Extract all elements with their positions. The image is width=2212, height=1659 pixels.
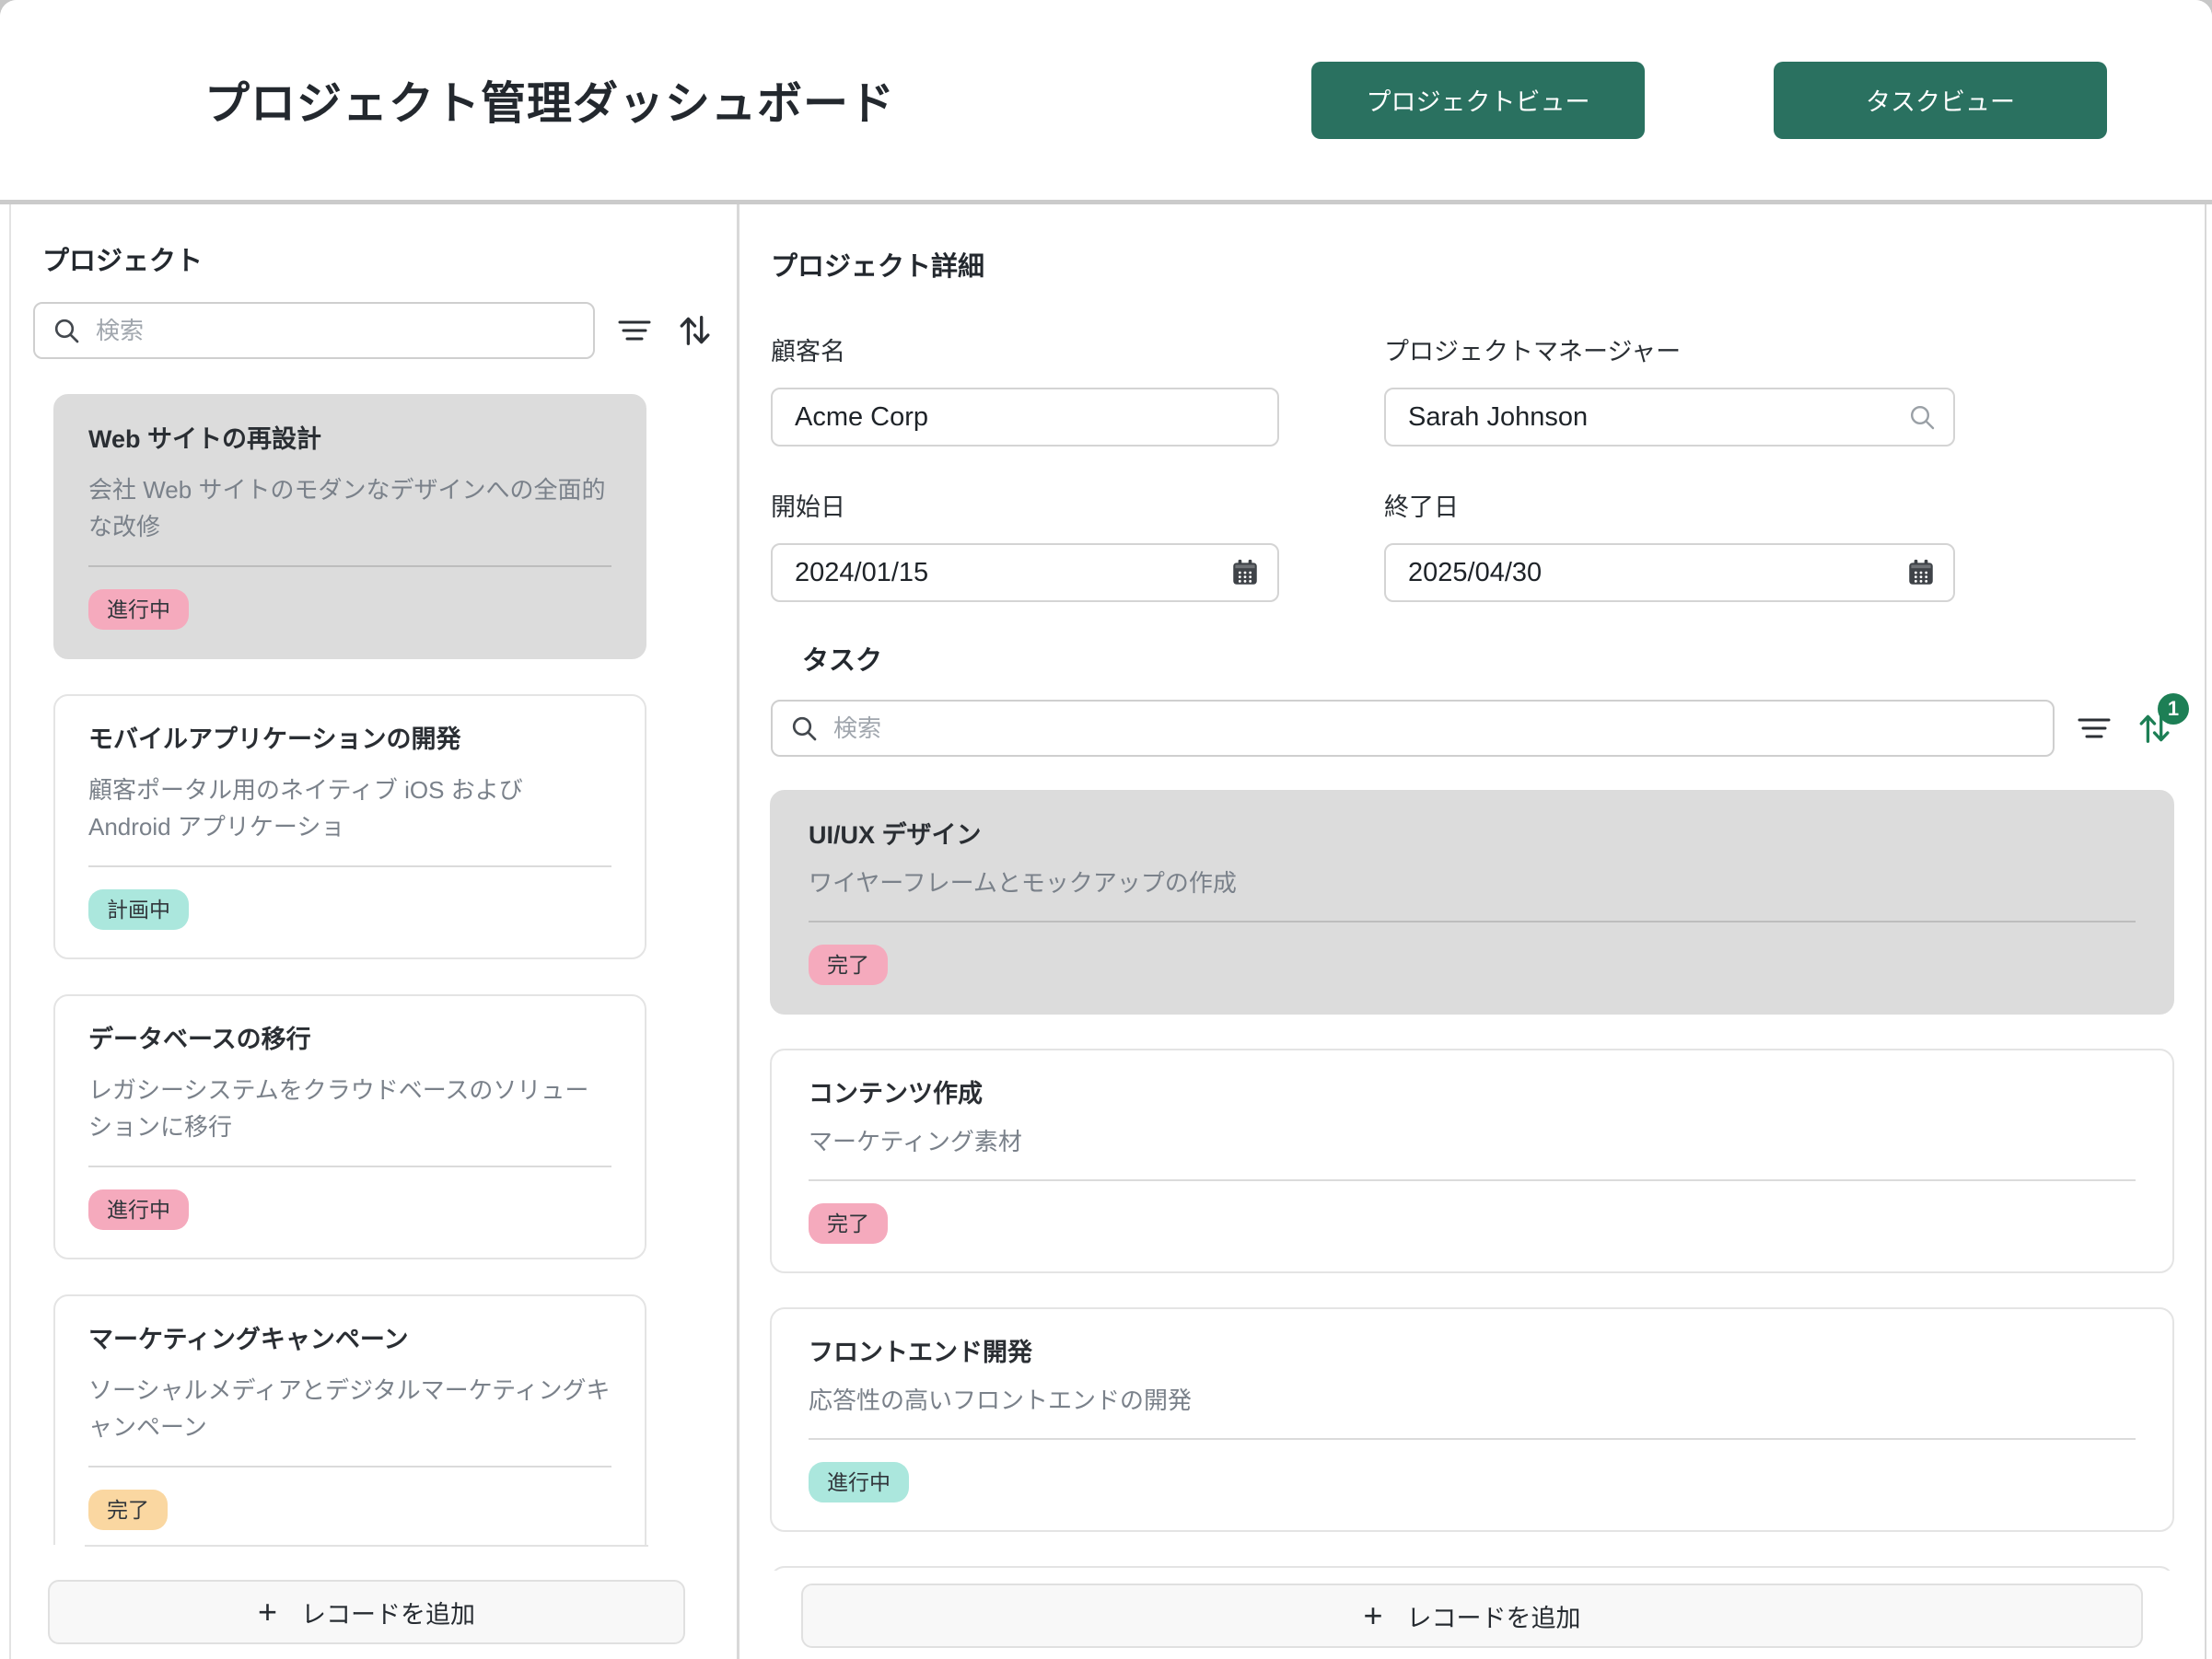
plus-icon: + [1363, 1599, 1382, 1632]
record-card-title: UI/UX デザイン [809, 819, 2136, 851]
footer-divider [85, 1545, 648, 1547]
record-card-title: Web サイトの再設計 [88, 423, 611, 455]
app-window: プロジェクト管理ダッシュボード プロジェクトビュー タスクビュー プロジェクト [0, 0, 2212, 1659]
plus-icon: + [258, 1595, 277, 1629]
end-date-input[interactable] [1384, 543, 1955, 602]
project-list-footer: + レコードを追加 [33, 1545, 715, 1652]
add-task-record-button[interactable]: + レコードを追加 [801, 1584, 2143, 1648]
status-badge: 進行中 [88, 1189, 189, 1230]
record-card-description: ワイヤーフレームとモックアップの作成 [809, 865, 2136, 900]
record-card-description: 顧客ポータル用のネイティブ iOS および Android アプリケーショ [88, 771, 611, 845]
end-date-field: 終了日 [1384, 487, 1955, 602]
task-list-footer: + レコードを追加 [739, 1571, 2205, 1659]
record-card-title: モバイルアプリケーションの開発 [88, 724, 611, 755]
project-sort-button[interactable] [674, 310, 715, 351]
card-divider [809, 921, 2136, 922]
search-icon [52, 316, 81, 345]
status-badge: 完了 [88, 1490, 168, 1530]
project-card[interactable]: マーケティングキャンペーン ソーシャルメディアとデジタルマーケティングキャンペー… [53, 1294, 646, 1545]
record-card-description: 会社 Web サイトのモダンなデザインへの全面的な改修 [88, 471, 611, 545]
task-card[interactable]: コンテンツ作成 マーケティング素材 完了 [770, 1049, 2174, 1273]
page-title: プロジェクト管理ダッシュボード [204, 67, 895, 133]
add-project-record-button[interactable]: + レコードを追加 [48, 1580, 685, 1644]
task-search-input[interactable] [832, 713, 2036, 744]
add-record-label: レコードを追加 [301, 1595, 475, 1630]
search-icon [789, 713, 819, 743]
manager-label: プロジェクトマネージャー [1384, 331, 1955, 367]
filter-icon [2075, 712, 2113, 745]
start-date-field: 開始日 [771, 487, 1279, 602]
record-card-description: レガシーシステムをクラウドベースのソリューションに移行 [88, 1072, 611, 1145]
status-badge: 完了 [809, 1203, 888, 1244]
customer-input[interactable] [771, 388, 1279, 447]
record-card-description: ソーシャルメディアとデジタルマーケティングキャンペーン [88, 1372, 611, 1445]
status-badge: 完了 [809, 945, 888, 985]
manager-field: プロジェクトマネージャー [1384, 331, 1955, 447]
project-search-input[interactable] [94, 316, 576, 346]
status-badge: 計画中 [88, 889, 189, 930]
record-card-title: データベースの移行 [88, 1024, 611, 1055]
record-card-title: コンテンツ作成 [809, 1078, 2136, 1109]
project-search-row [33, 302, 715, 359]
record-card-description: 応答性の高いフロントエンドの開発 [809, 1383, 2136, 1418]
end-date-label: 終了日 [1384, 487, 1955, 523]
record-card-title: マーケティングキャンペーン [88, 1324, 611, 1355]
detail-panel-title: プロジェクト詳細 [739, 245, 2205, 284]
record-card-description: マーケティング素材 [809, 1124, 2136, 1159]
card-divider [88, 1166, 611, 1167]
task-filter-button[interactable] [2075, 712, 2113, 745]
card-divider [88, 1466, 611, 1468]
filter-icon [615, 314, 654, 347]
task-search-box [771, 700, 2055, 757]
project-detail-panel: プロジェクト詳細 顧客名 プロジェクトマネージャー [739, 204, 2206, 1659]
project-card[interactable]: データベースの移行 レガシーシステムをクラウドベースのソリューションに移行 進行… [53, 994, 646, 1259]
detail-form: 顧客名 プロジェクトマネージャー 開始日 [771, 331, 2173, 602]
card-divider [88, 865, 611, 867]
customer-label: 顧客名 [771, 331, 1279, 367]
start-date-input[interactable] [771, 543, 1279, 602]
sort-count-badge: 1 [2158, 693, 2189, 725]
view-switcher: プロジェクトビュー タスクビュー [1311, 62, 2107, 139]
calendar-icon[interactable] [1229, 557, 1261, 588]
project-card[interactable]: モバイルアプリケーションの開発 顧客ポータル用のネイティブ iOS および An… [53, 694, 646, 959]
start-date-label: 開始日 [771, 487, 1279, 523]
task-list: UI/UX デザイン ワイヤーフレームとモックアップの作成 完了 コンテンツ作成… [770, 790, 2174, 1571]
status-badge: 進行中 [809, 1462, 909, 1502]
status-badge: 進行中 [88, 589, 189, 630]
project-list-panel: プロジェクト [9, 204, 739, 1659]
card-divider [88, 565, 611, 567]
project-view-button[interactable]: プロジェクトビュー [1311, 62, 1645, 139]
project-search-box [33, 302, 595, 359]
task-card[interactable]: UI/UX デザイン ワイヤーフレームとモックアップの作成 完了 [770, 790, 2174, 1015]
project-filter-button[interactable] [615, 314, 654, 347]
card-divider [809, 1179, 2136, 1181]
tasks-section-title: タスク [771, 639, 2173, 678]
card-divider [809, 1438, 2136, 1440]
task-sort-button[interactable]: 1 [2134, 708, 2174, 748]
task-card[interactable]: フロントエンド開発 応答性の高いフロントエンドの開発 進行中 [770, 1307, 2174, 1532]
content-area: プロジェクト [0, 204, 2212, 1659]
calendar-icon[interactable] [1905, 557, 1937, 588]
sort-arrows-icon [674, 310, 715, 351]
manager-search-icon[interactable] [1907, 402, 1937, 432]
task-view-button[interactable]: タスクビュー [1774, 62, 2107, 139]
record-card-title: フロントエンド開発 [809, 1337, 2136, 1368]
customer-field: 顧客名 [771, 331, 1279, 447]
project-list: Web サイトの再設計 会社 Web サイトのモダンなデザインへの全面的な改修 … [33, 392, 715, 1545]
project-card[interactable]: Web サイトの再設計 会社 Web サイトのモダンなデザインへの全面的な改修 … [53, 394, 646, 659]
manager-input[interactable] [1384, 388, 1955, 447]
project-panel-title: プロジェクト [33, 239, 715, 278]
task-search-row: 1 [771, 700, 2174, 757]
app-header: プロジェクト管理ダッシュボード プロジェクトビュー タスクビュー [0, 0, 2212, 204]
add-record-label: レコードを追加 [1407, 1598, 1581, 1634]
